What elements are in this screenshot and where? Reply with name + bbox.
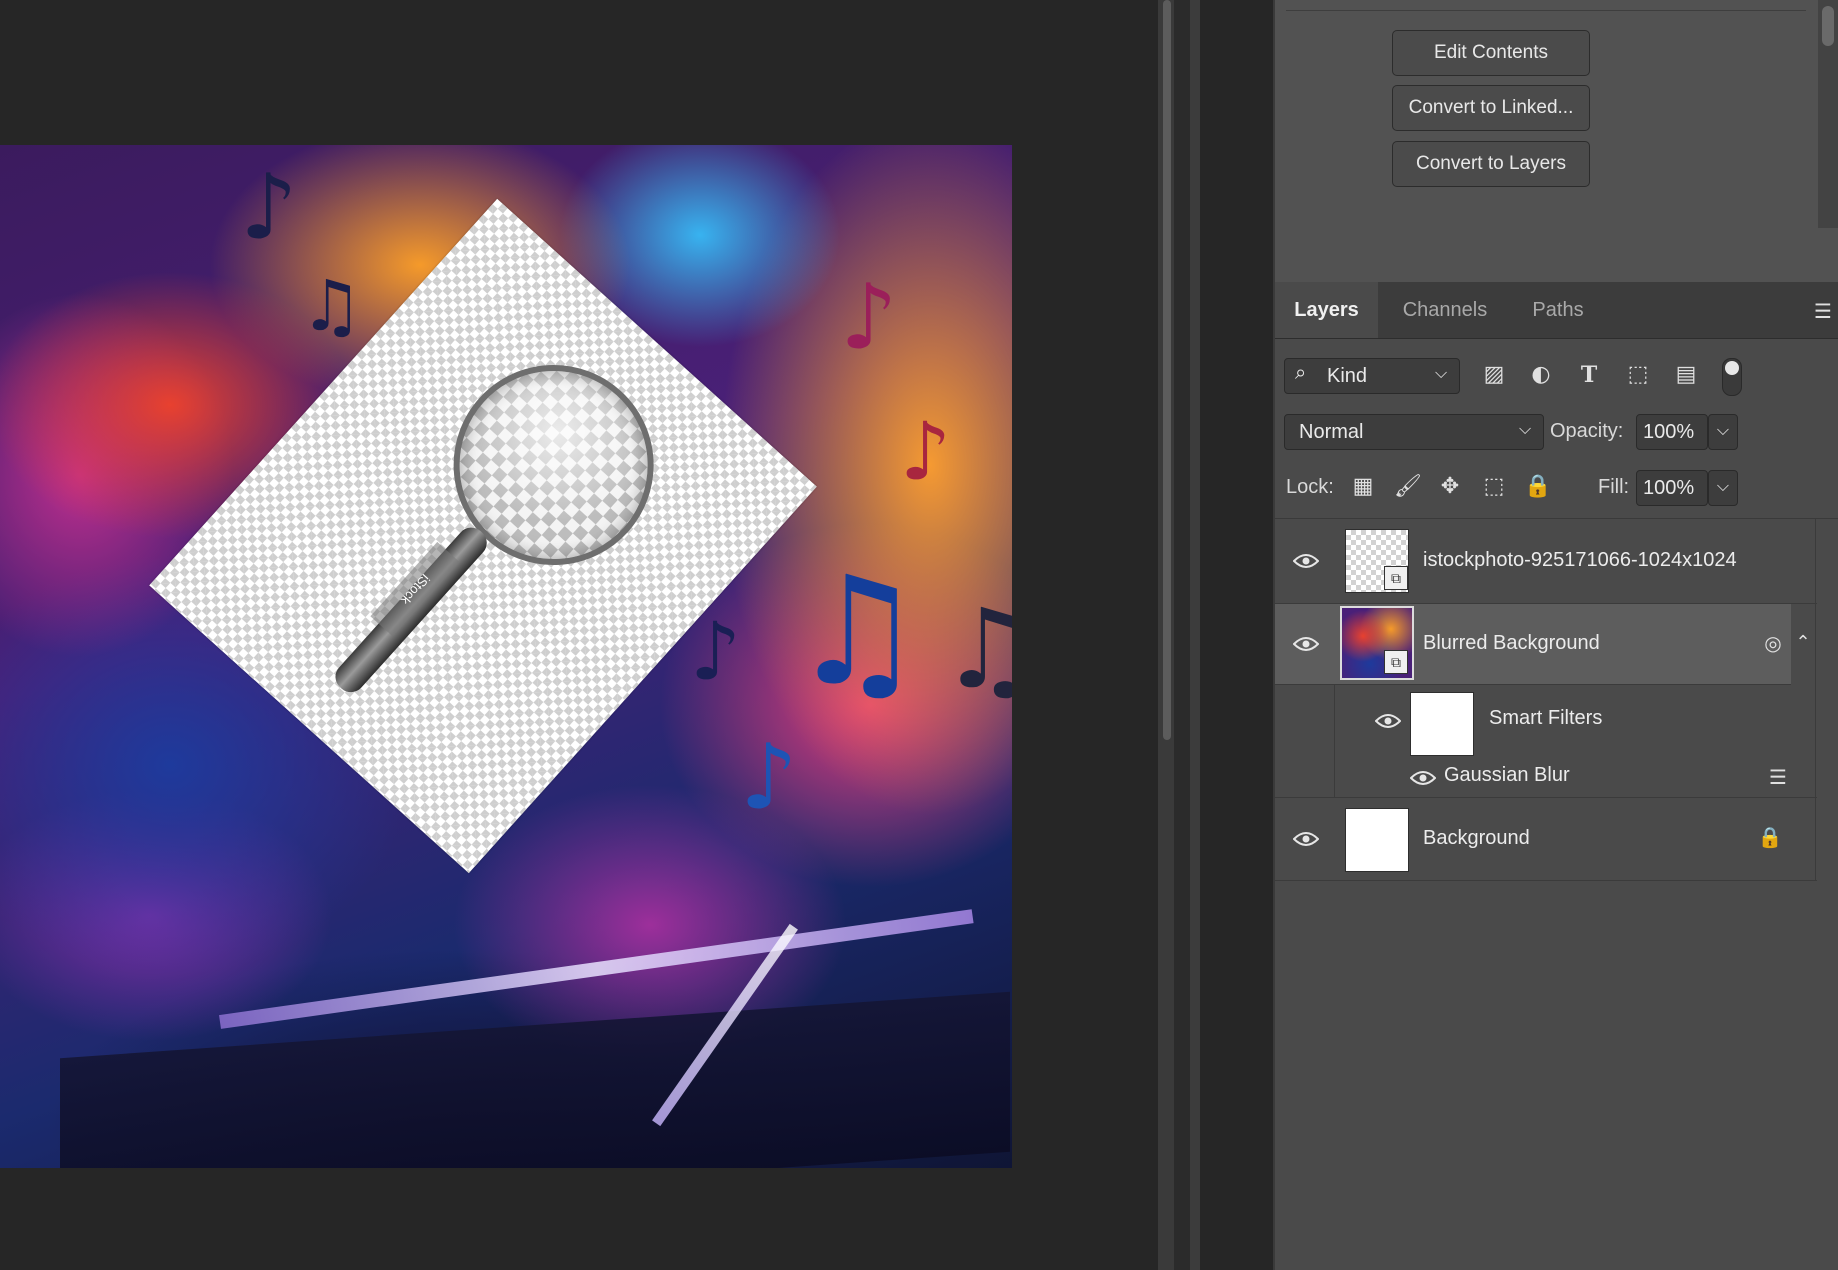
fill-field[interactable]: 100% [1636, 470, 1708, 506]
image-icon[interactable]: ▨ [1480, 362, 1508, 388]
filter-blending-options-icon[interactable]: ☰ [1764, 764, 1792, 790]
music-note-icon: ♪ [690, 605, 742, 698]
filter-kind-label: Kind [1327, 365, 1368, 387]
music-note-icon: ♪ [240, 155, 298, 260]
move-icon[interactable]: ✥ [1437, 474, 1463, 500]
music-note-icon: ♪ [900, 405, 952, 498]
toggle-knob [1725, 361, 1739, 375]
tab-channels[interactable]: Channels [1380, 282, 1510, 338]
layer-thumbnail-istock: ⧉ [1345, 529, 1409, 593]
music-note-icon: ♫ [940, 585, 1012, 713]
opacity-value: 100% [1643, 421, 1695, 443]
smart-filter-indicator-icon[interactable]: ◎ [1760, 630, 1786, 656]
tab-layers[interactable]: Layers [1275, 282, 1378, 338]
fill-value: 100% [1643, 477, 1695, 499]
filter-toggle-switch[interactable] [1722, 358, 1742, 396]
layer-name-istock[interactable]: istockphoto-925171066-1024x1024 [1423, 549, 1737, 572]
layer-name-blurred-background[interactable]: Blurred Background [1423, 632, 1600, 655]
blend-mode-value: Normal [1299, 421, 1364, 443]
opacity-field[interactable]: 100% [1636, 414, 1708, 450]
smart-object-badge-icon: ⧉ [1384, 566, 1408, 590]
chevron-up-icon[interactable]: ⌃ [1790, 630, 1816, 656]
brush-icon[interactable]: 🖌 [1394, 474, 1422, 500]
eye-icon[interactable] [1410, 770, 1436, 786]
eye-icon[interactable] [1293, 831, 1319, 847]
lock-icon: 🔒 [1757, 825, 1783, 849]
opacity-label: Opacity: [1550, 420, 1624, 442]
blend-mode-dropdown[interactable]: Normal ⌵ [1284, 414, 1544, 450]
music-note-icon: ♪ [840, 265, 898, 370]
music-note-icon: ♪ [740, 725, 798, 830]
layer-name-background[interactable]: Background [1423, 827, 1530, 850]
tab-paths[interactable]: Paths [1512, 282, 1604, 338]
panel-dock-gap [1174, 0, 1190, 1270]
adjustment-icon[interactable]: ◐ [1527, 362, 1555, 388]
artwork-piano-shape [60, 991, 1010, 1168]
shape-icon[interactable]: ⬚ [1624, 362, 1652, 388]
music-note-icon: ♫ [790, 545, 925, 719]
fill-label: Fill: [1598, 476, 1630, 498]
type-icon[interactable]: T [1575, 362, 1603, 388]
eye-icon[interactable] [1293, 553, 1319, 569]
filter-kind-dropdown[interactable]: ⌕ Kind ⌵ [1284, 358, 1460, 394]
smart-filters-mask-thumbnail[interactable] [1410, 692, 1474, 756]
panel-menu-icon[interactable]: ☰ [1810, 298, 1836, 324]
properties-divider [1286, 10, 1806, 11]
search-icon: ⌕ [1295, 362, 1307, 384]
properties-scrollbar-thumb[interactable] [1822, 6, 1834, 46]
artboard-icon[interactable]: ⬚ [1480, 474, 1508, 500]
gaussian-blur-filter-label[interactable]: Gaussian Blur [1444, 764, 1570, 787]
panel-dock-edge [1190, 0, 1200, 1270]
eye-icon[interactable] [1375, 713, 1401, 729]
edit-contents-button[interactable]: Edit Contents [1392, 30, 1590, 76]
canvas-scrollbar-thumb[interactable] [1163, 0, 1171, 740]
convert-to-layers-button[interactable]: Convert to Layers [1392, 141, 1590, 187]
eye-column-divider [1334, 685, 1335, 797]
chevron-down-icon: ⌵ [1435, 365, 1448, 382]
convert-to-linked-button[interactable]: Convert to Linked... [1392, 85, 1590, 131]
music-note-icon: ♫ [300, 265, 363, 347]
layers-scroll-divider [1815, 519, 1816, 881]
smart-object-icon[interactable]: ▤ [1672, 362, 1700, 388]
layer-thumbnail-blurred-background: ⧉ [1340, 606, 1414, 680]
fill-dropdown-chevron-icon[interactable]: ⌵ [1708, 470, 1738, 506]
checkerboard-icon[interactable]: ▦ [1350, 474, 1376, 500]
opacity-dropdown-chevron-icon[interactable]: ⌵ [1708, 414, 1738, 450]
smart-object-badge-icon: ⧉ [1384, 650, 1408, 674]
smart-filters-label[interactable]: Smart Filters [1489, 707, 1602, 730]
lock-icon[interactable]: 🔒 [1524, 474, 1551, 500]
lock-label: Lock: [1286, 476, 1334, 498]
chevron-down-icon: ⌵ [1519, 421, 1532, 438]
eye-icon[interactable] [1293, 636, 1319, 652]
layer-thumbnail-background [1345, 808, 1409, 872]
